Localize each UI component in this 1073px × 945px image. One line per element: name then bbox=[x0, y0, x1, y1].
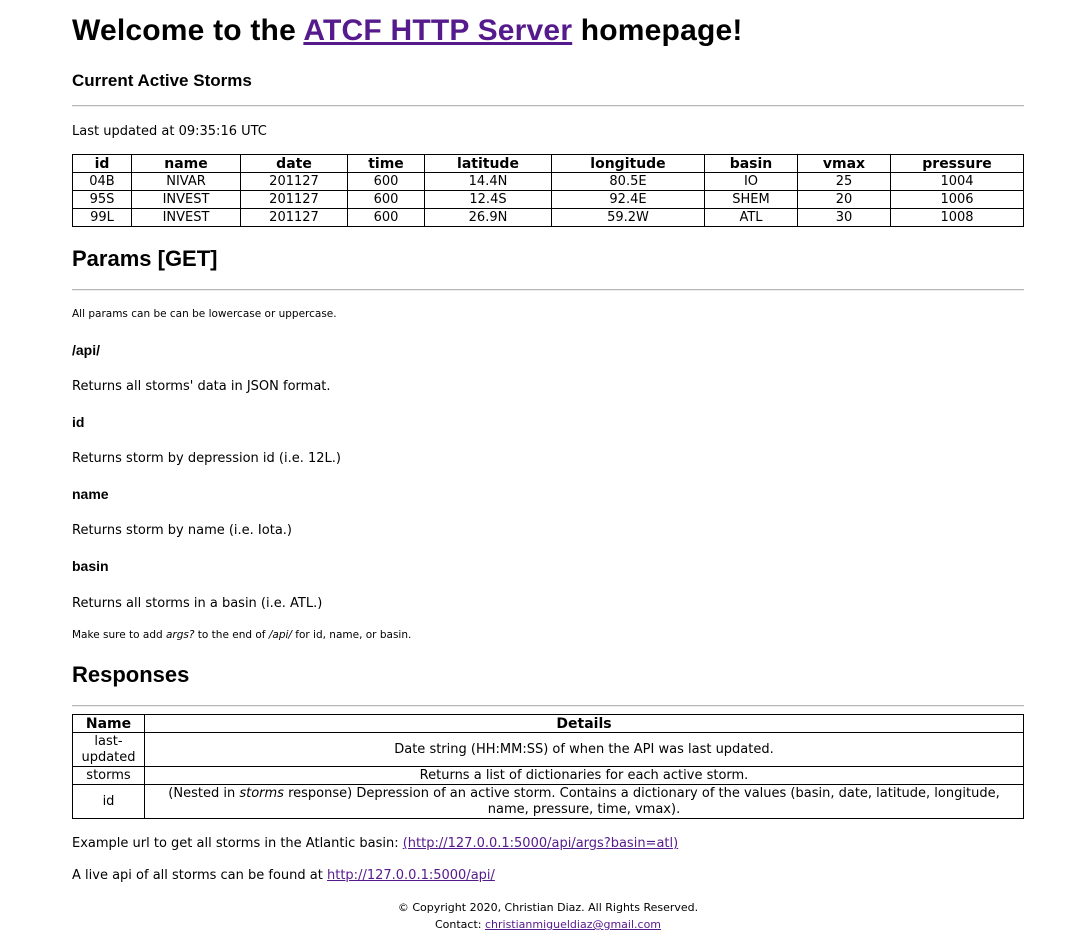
details-text: response) Depression of an active storm.… bbox=[283, 785, 1000, 817]
hint-api: /api/ bbox=[268, 629, 292, 641]
param-id-name: id bbox=[72, 414, 85, 430]
storms-table: id name date time latitude longitude bas… bbox=[72, 154, 1024, 227]
param-api-name: /api/ bbox=[72, 342, 101, 358]
contact-email-link[interactable]: christianmigueldiaz@gmail.com bbox=[485, 918, 661, 931]
live-api-line: A live api of all storms can be found at… bbox=[72, 868, 495, 883]
cell-date: 201127 bbox=[240, 208, 348, 227]
cell-name: last-updated bbox=[72, 732, 145, 767]
footer: © Copyright 2020, Christian Diaz. All Ri… bbox=[72, 899, 1024, 933]
cell-longitude: 80.5E bbox=[551, 172, 705, 191]
cell-time: 600 bbox=[347, 172, 425, 191]
cell-longitude: 92.4E bbox=[551, 190, 705, 209]
example-url-line: Example url to get all storms in the Atl… bbox=[72, 836, 678, 851]
storms-table-header: id name date time latitude longitude bas… bbox=[72, 154, 1024, 173]
column-header: name bbox=[131, 154, 241, 173]
responses-heading: Responses bbox=[72, 662, 190, 687]
cell-date: 201127 bbox=[240, 172, 348, 191]
cell-pressure: 1008 bbox=[890, 208, 1024, 227]
contact-label: Contact: bbox=[434, 918, 485, 931]
column-header: longitude bbox=[551, 154, 705, 173]
params-hint: Make sure to add args? to the end of /ap… bbox=[72, 629, 411, 641]
hint-text: Make sure to add bbox=[72, 629, 166, 641]
column-header: date bbox=[240, 154, 348, 173]
example-text: Example url to get all storms in the Atl… bbox=[72, 836, 403, 851]
column-header: Name bbox=[72, 714, 145, 733]
copyright-text: © Copyright 2020, Christian Diaz. All Ri… bbox=[397, 901, 699, 914]
title-prefix: Welcome to the bbox=[72, 14, 304, 47]
cell-id: 99L bbox=[72, 208, 132, 227]
cell-details: (Nested in storms response) Depression o… bbox=[144, 784, 1024, 819]
page-title: Welcome to the ATCF HTTP Server homepage… bbox=[72, 14, 743, 48]
cell-date: 201127 bbox=[240, 190, 348, 209]
cell-vmax: 20 bbox=[797, 190, 891, 209]
cell-name: storms bbox=[72, 766, 145, 785]
cell-name: id bbox=[72, 784, 145, 819]
cell-time: 600 bbox=[347, 208, 425, 227]
last-updated-text: Last updated at 09:35:16 UTC bbox=[72, 124, 267, 139]
title-suffix: homepage! bbox=[572, 14, 743, 47]
cell-details: Date string (HH:MM:SS) of when the API w… bbox=[144, 732, 1024, 767]
cell-name: INVEST bbox=[131, 208, 241, 227]
live-api-link[interactable]: http://127.0.0.1:5000/api/ bbox=[327, 868, 495, 883]
details-emphasis: storms bbox=[239, 785, 284, 801]
details-text: (Nested in bbox=[168, 785, 240, 801]
cell-id: 95S bbox=[72, 190, 132, 209]
cell-latitude: 12.4S bbox=[424, 190, 552, 209]
cell-vmax: 30 bbox=[797, 208, 891, 227]
hint-args: args? bbox=[166, 629, 195, 641]
divider bbox=[72, 105, 1024, 107]
column-header: Details bbox=[144, 714, 1024, 733]
table-row: id (Nested in storms response) Depressio… bbox=[72, 784, 1024, 819]
param-basin-name: basin bbox=[72, 558, 109, 574]
cell-longitude: 59.2W bbox=[551, 208, 705, 227]
column-header: id bbox=[72, 154, 132, 173]
cell-id: 04B bbox=[72, 172, 132, 191]
responses-table: Name Details last-updated Date string (H… bbox=[72, 714, 1024, 819]
param-basin-desc: Returns all storms in a basin (i.e. ATL.… bbox=[72, 596, 323, 611]
cell-latitude: 14.4N bbox=[424, 172, 552, 191]
responses-table-header: Name Details bbox=[72, 714, 1024, 733]
column-header: basin bbox=[704, 154, 798, 173]
column-header: vmax bbox=[797, 154, 891, 173]
table-row: 95S INVEST 201127 600 12.4S 92.4E SHEM 2… bbox=[72, 190, 1024, 209]
cell-basin: ATL bbox=[704, 208, 798, 227]
column-header: latitude bbox=[424, 154, 552, 173]
cell-name: NIVAR bbox=[131, 172, 241, 191]
hint-text: to the end of bbox=[194, 629, 269, 641]
cell-vmax: 25 bbox=[797, 172, 891, 191]
cell-basin: IO bbox=[704, 172, 798, 191]
cell-time: 600 bbox=[347, 190, 425, 209]
params-heading: Params [GET] bbox=[72, 246, 218, 271]
divider bbox=[72, 705, 1024, 707]
param-id-desc: Returns storm by depression id (i.e. 12L… bbox=[72, 451, 341, 466]
cell-basin: SHEM bbox=[704, 190, 798, 209]
table-row: last-updated Date string (HH:MM:SS) of w… bbox=[72, 732, 1024, 767]
cell-details: Returns a list of dictionaries for each … bbox=[144, 766, 1024, 785]
params-note: All params can be can be lowercase or up… bbox=[72, 308, 337, 320]
cell-pressure: 1006 bbox=[890, 190, 1024, 209]
cell-name: INVEST bbox=[131, 190, 241, 209]
hint-text: for id, name, or basin. bbox=[291, 629, 412, 641]
param-api-desc: Returns all storms' data in JSON format. bbox=[72, 379, 331, 394]
table-row: 99L INVEST 201127 600 26.9N 59.2W ATL 30… bbox=[72, 208, 1024, 227]
param-name-name: name bbox=[72, 486, 109, 502]
live-api-text: A live api of all storms can be found at bbox=[72, 868, 327, 883]
example-url-link[interactable]: (http://127.0.0.1:5000/api/args?basin=at… bbox=[403, 836, 678, 851]
cell-latitude: 26.9N bbox=[424, 208, 552, 227]
cell-pressure: 1004 bbox=[890, 172, 1024, 191]
table-row: 04B NIVAR 201127 600 14.4N 80.5E IO 25 1… bbox=[72, 172, 1024, 191]
atcf-server-link[interactable]: ATCF HTTP Server bbox=[303, 14, 572, 47]
column-header: pressure bbox=[890, 154, 1024, 173]
table-row: storms Returns a list of dictionaries fo… bbox=[72, 766, 1024, 785]
param-name-desc: Returns storm by name (i.e. Iota.) bbox=[72, 523, 292, 538]
divider bbox=[72, 289, 1024, 291]
contact-line: Contact: christianmigueldiaz@gmail.com bbox=[72, 916, 1024, 933]
active-storms-heading: Current Active Storms bbox=[72, 71, 252, 90]
column-header: time bbox=[347, 154, 425, 173]
